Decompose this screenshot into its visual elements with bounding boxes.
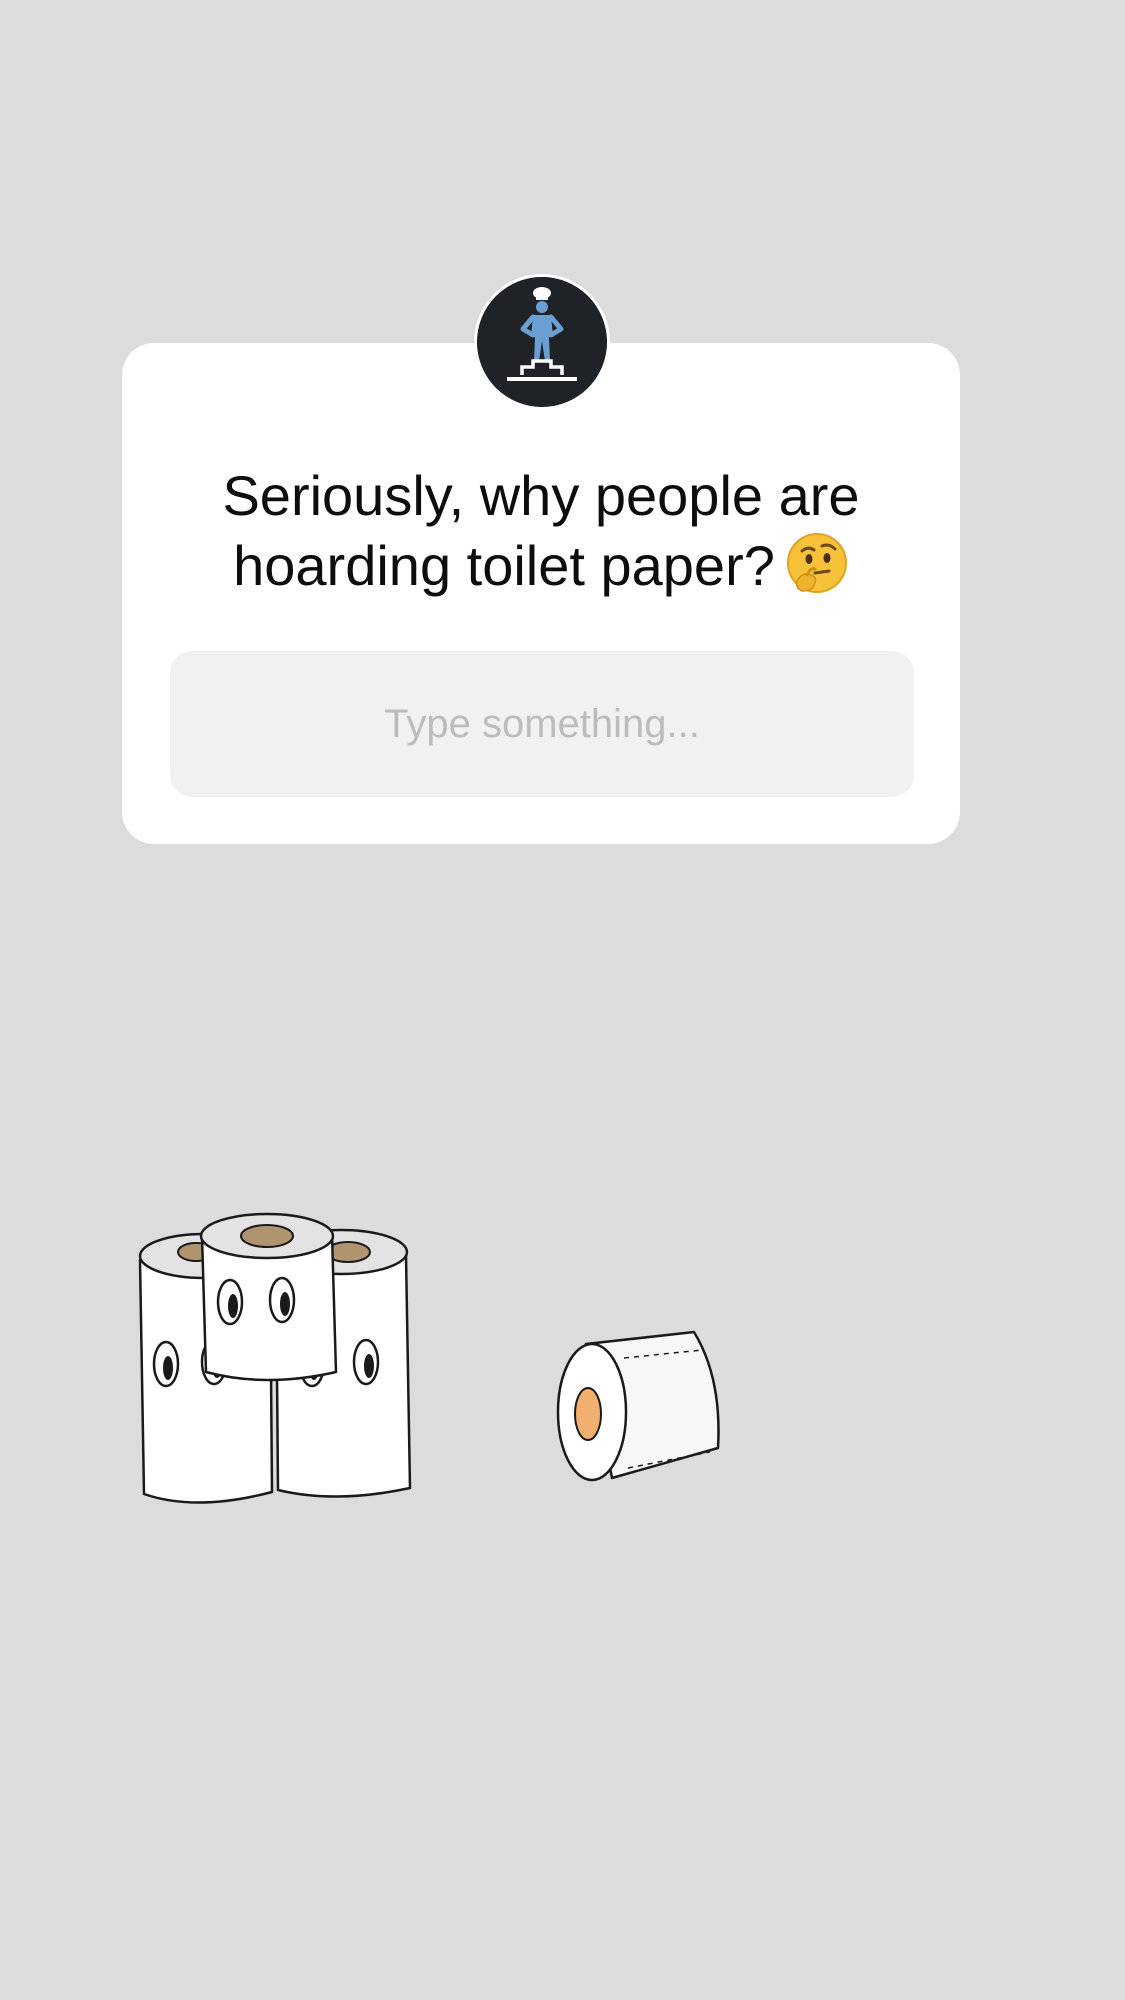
question-sticker-card[interactable]: Seriously, why people are hoarding toile…: [122, 343, 960, 844]
toilet-paper-roll-top: [199, 1212, 338, 1382]
avatar: [474, 274, 610, 410]
question-text: Seriously, why people are hoarding toile…: [122, 461, 960, 611]
toilet-paper-roll-sticker[interactable]: [552, 1328, 730, 1484]
thinking-face-icon: [785, 531, 849, 611]
toilet-paper-stack-sticker[interactable]: [136, 1212, 416, 1514]
chef-on-podium-icon: [477, 277, 607, 407]
answer-input[interactable]: [170, 700, 914, 748]
question-label: Seriously, why people are hoarding toile…: [222, 464, 860, 597]
answer-field[interactable]: [170, 651, 914, 797]
